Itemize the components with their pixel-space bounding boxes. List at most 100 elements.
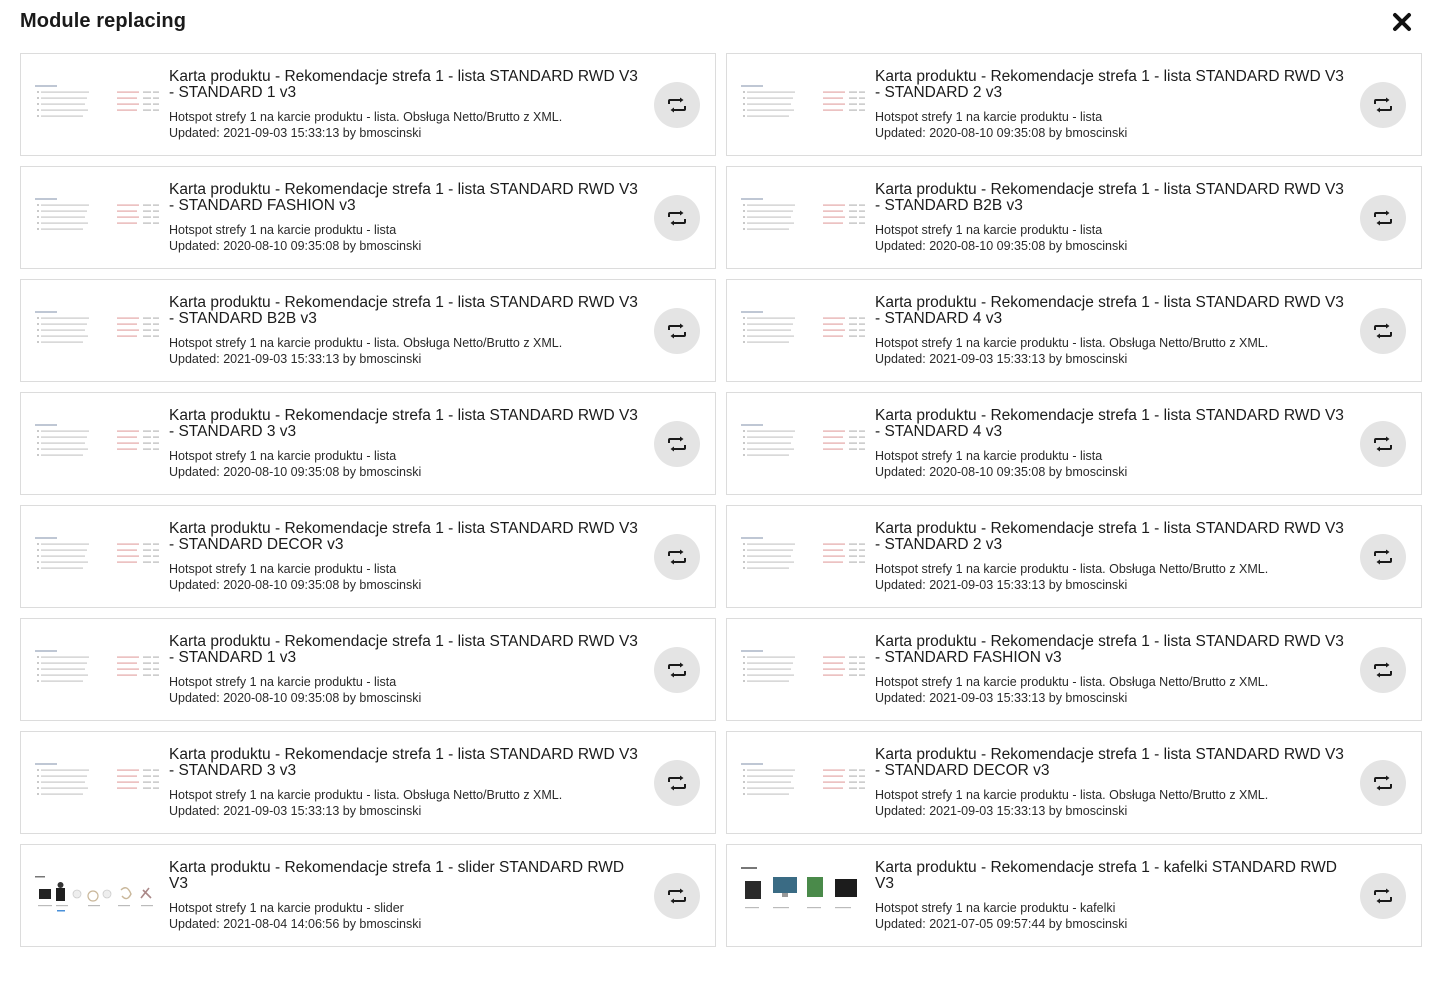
- module-card[interactable]: Karta produktu - Rekomendacje strefa 1 -…: [20, 844, 716, 947]
- module-thumbnail: [35, 85, 159, 117]
- module-card[interactable]: Karta produktu - Rekomendacje strefa 1 -…: [20, 166, 716, 269]
- module-info: Karta produktu - Rekomendacje strefa 1 -…: [169, 634, 647, 706]
- module-info: Karta produktu - Rekomendacje strefa 1 -…: [875, 747, 1353, 819]
- module-info: Karta produktu - Rekomendacje strefa 1 -…: [875, 860, 1353, 932]
- module-title: Karta produktu - Rekomendacje strefa 1 -…: [169, 520, 638, 553]
- module-card[interactable]: Karta produktu - Rekomendacje strefa 1 -…: [20, 505, 716, 608]
- module-title: Karta produktu - Rekomendacje strefa 1 -…: [875, 68, 1344, 101]
- module-thumbnail: [741, 763, 865, 795]
- module-thumbnail: [35, 198, 159, 230]
- module-card[interactable]: Karta produktu - Rekomendacje strefa 1 -…: [726, 844, 1422, 947]
- replace-module-button[interactable]: [1360, 308, 1406, 354]
- replace-module-button[interactable]: [1360, 534, 1406, 580]
- module-info: Karta produktu - Rekomendacje strefa 1 -…: [169, 182, 647, 254]
- module-description: Hotspot strefy 1 na karcie produktu - li…: [169, 675, 397, 689]
- module-updated: Updated: 2021-09-03 15:33:13 by bmoscins…: [875, 804, 1128, 818]
- module-updated: Updated: 2021-08-04 14:06:56 by bmoscins…: [169, 917, 422, 931]
- module-updated: Updated: 2021-09-03 15:33:13 by bmoscins…: [169, 804, 422, 818]
- module-thumbnail: [741, 867, 857, 909]
- module-info: Karta produktu - Rekomendacje strefa 1 -…: [169, 69, 647, 141]
- module-title: Karta produktu - Rekomendacje strefa 1 -…: [169, 746, 638, 779]
- replace-icon: [668, 549, 686, 565]
- module-description: Hotspot strefy 1 na karcie produktu - li…: [875, 110, 1103, 124]
- module-card[interactable]: Karta produktu - Rekomendacje strefa 1 -…: [20, 392, 716, 495]
- module-title: Karta produktu - Rekomendacje strefa 1 -…: [875, 746, 1344, 779]
- module-title: Karta produktu - Rekomendacje strefa 1 -…: [875, 859, 1338, 892]
- module-card[interactable]: Karta produktu - Rekomendacje strefa 1 -…: [726, 279, 1422, 382]
- replace-module-button[interactable]: [654, 534, 700, 580]
- replace-module-button[interactable]: [1360, 760, 1406, 806]
- module-updated: Updated: 2021-07-05 09:57:44 by bmoscins…: [875, 917, 1128, 931]
- module-info: Karta produktu - Rekomendacje strefa 1 -…: [169, 295, 647, 367]
- replace-module-button[interactable]: [654, 195, 700, 241]
- close-button[interactable]: [1388, 8, 1416, 36]
- replace-icon: [1374, 662, 1392, 678]
- replace-icon: [1374, 775, 1392, 791]
- module-info: Karta produktu - Rekomendacje strefa 1 -…: [875, 521, 1353, 593]
- module-updated: Updated: 2021-09-03 15:33:13 by bmoscins…: [875, 352, 1128, 366]
- close-icon: [1393, 13, 1411, 31]
- module-card[interactable]: Karta produktu - Rekomendacje strefa 1 -…: [726, 731, 1422, 834]
- module-title: Karta produktu - Rekomendacje strefa 1 -…: [169, 633, 638, 666]
- replace-module-button[interactable]: [654, 308, 700, 354]
- module-description: Hotspot strefy 1 na karcie produktu - li…: [169, 562, 397, 576]
- module-thumbnail: [741, 650, 865, 682]
- module-title: Karta produktu - Rekomendacje strefa 1 -…: [875, 407, 1344, 440]
- module-info: Karta produktu - Rekomendacje strefa 1 -…: [875, 295, 1353, 367]
- module-updated: Updated: 2020-08-10 09:35:08 by bmoscins…: [875, 239, 1128, 253]
- module-description: Hotspot strefy 1 na karcie produktu - li…: [875, 336, 1269, 350]
- module-title: Karta produktu - Rekomendacje strefa 1 -…: [169, 68, 638, 101]
- module-thumbnail: [741, 85, 865, 117]
- replace-icon: [668, 436, 686, 452]
- module-description: Hotspot strefy 1 na karcie produktu - li…: [875, 675, 1269, 689]
- module-card[interactable]: Karta produktu - Rekomendacje strefa 1 -…: [726, 392, 1422, 495]
- module-card[interactable]: Karta produktu - Rekomendacje strefa 1 -…: [20, 618, 716, 721]
- module-updated: Updated: 2021-09-03 15:33:13 by bmoscins…: [169, 126, 422, 140]
- module-card[interactable]: Karta produktu - Rekomendacje strefa 1 -…: [726, 166, 1422, 269]
- replace-module-button[interactable]: [1360, 421, 1406, 467]
- module-card[interactable]: Karta produktu - Rekomendacje strefa 1 -…: [726, 53, 1422, 156]
- replace-icon: [1374, 888, 1392, 904]
- module-updated: Updated: 2021-09-03 15:33:13 by bmoscins…: [875, 578, 1128, 592]
- replace-icon: [1374, 97, 1392, 113]
- module-card[interactable]: Karta produktu - Rekomendacje strefa 1 -…: [20, 731, 716, 834]
- module-card[interactable]: Karta produktu - Rekomendacje strefa 1 -…: [726, 505, 1422, 608]
- replace-module-button[interactable]: [1360, 873, 1406, 919]
- replace-module-button[interactable]: [1360, 647, 1406, 693]
- module-info: Karta produktu - Rekomendacje strefa 1 -…: [169, 860, 647, 932]
- module-description: Hotspot strefy 1 na karcie produktu - ka…: [875, 901, 1116, 915]
- module-title: Karta produktu - Rekomendacje strefa 1 -…: [875, 294, 1344, 327]
- module-description: Hotspot strefy 1 na karcie produktu - li…: [169, 788, 563, 802]
- module-info: Karta produktu - Rekomendacje strefa 1 -…: [169, 408, 647, 480]
- module-thumbnail: [35, 424, 159, 456]
- module-description: Hotspot strefy 1 na karcie produktu - li…: [875, 449, 1103, 463]
- module-title: Karta produktu - Rekomendacje strefa 1 -…: [875, 520, 1344, 553]
- replace-module-button[interactable]: [654, 647, 700, 693]
- replace-module-button[interactable]: [654, 760, 700, 806]
- module-description: Hotspot strefy 1 na karcie produktu - li…: [169, 110, 563, 124]
- module-thumbnail: [741, 424, 865, 456]
- replace-icon: [668, 662, 686, 678]
- module-thumbnail: [741, 311, 865, 343]
- module-description: Hotspot strefy 1 na karcie produktu - li…: [169, 336, 563, 350]
- module-thumbnail: [741, 537, 865, 569]
- replace-module-button[interactable]: [654, 873, 700, 919]
- module-thumbnail: [741, 198, 865, 230]
- replace-module-button[interactable]: [1360, 82, 1406, 128]
- module-thumbnail: [35, 537, 159, 569]
- replace-module-button[interactable]: [654, 82, 700, 128]
- replace-module-button[interactable]: [1360, 195, 1406, 241]
- replace-module-button[interactable]: [654, 421, 700, 467]
- replace-icon: [1374, 436, 1392, 452]
- module-updated: Updated: 2020-08-10 09:35:08 by bmoscins…: [169, 691, 422, 705]
- module-info: Karta produktu - Rekomendacje strefa 1 -…: [169, 747, 647, 819]
- module-card[interactable]: Karta produktu - Rekomendacje strefa 1 -…: [726, 618, 1422, 721]
- module-title: Karta produktu - Rekomendacje strefa 1 -…: [875, 633, 1344, 666]
- module-updated: Updated: 2020-08-10 09:35:08 by bmoscins…: [169, 578, 422, 592]
- module-thumbnail: [35, 763, 159, 795]
- module-updated: Updated: 2020-08-10 09:35:08 by bmoscins…: [169, 465, 422, 479]
- module-description: Hotspot strefy 1 na karcie produktu - sl…: [169, 901, 404, 915]
- module-title: Karta produktu - Rekomendacje strefa 1 -…: [169, 294, 638, 327]
- module-card[interactable]: Karta produktu - Rekomendacje strefa 1 -…: [20, 279, 716, 382]
- module-card[interactable]: Karta produktu - Rekomendacje strefa 1 -…: [20, 53, 716, 156]
